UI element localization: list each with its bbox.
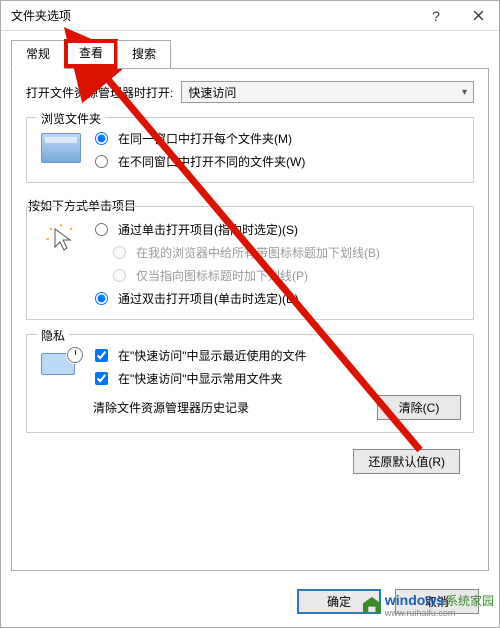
folder-window-icon [39,130,83,166]
watermark-suffix: 系统家园 [446,592,494,609]
cursor-click-icon [39,221,83,257]
tab-search-label: 搜索 [132,47,156,61]
titlebar: 文件夹选项 ? [1,1,499,31]
radio-double-click-input[interactable] [95,292,108,305]
checkbox-recent-files-input[interactable] [95,349,108,362]
help-button[interactable]: ? [415,1,457,30]
radio-new-window-label: 在不同窗口中打开不同的文件夹(W) [118,153,305,170]
client-area: 常规 查看 搜索 打开文件资源管理器时打开: 快速访问 ▾ 浏览文件夹 [1,31,499,575]
watermark-logo-icon [363,597,381,613]
tab-view[interactable]: 查看 [64,39,118,68]
ok-button-label: 确定 [327,593,351,610]
radio-single-click-input[interactable] [95,223,108,236]
radio-double-click[interactable]: 通过双击打开项目(单击时选定)(D) [95,290,461,307]
restore-defaults-label: 还原默认值(R) [368,453,445,470]
click-items-wrapper: 按如下方式单击项目 [26,197,474,320]
browse-folders-legend: 浏览文件夹 [37,110,105,127]
tab-general[interactable]: 常规 [11,40,65,69]
radio-new-window-input[interactable] [95,155,108,168]
dialog-title: 文件夹选项 [11,7,71,24]
radio-single-click-label: 通过单击打开项目(指向时选定)(S) [118,221,298,238]
open-target-row: 打开文件资源管理器时打开: 快速访问 ▾ [26,81,474,103]
folder-options-dialog: 文件夹选项 ? 常规 查看 搜索 打开文件资源管理器时打开: 快速访问 ▾ 浏览… [0,0,500,628]
radio-double-click-label: 通过双击打开项目(单击时选定)(D) [118,290,299,307]
tab-search[interactable]: 搜索 [117,40,171,69]
chevron-down-icon: ▾ [462,87,467,98]
tab-view-label: 查看 [79,46,103,60]
watermark-url: www.ruihaifu.com [385,609,494,618]
clear-button[interactable]: 清除(C) [377,395,461,420]
radio-underline-all-input [113,246,126,259]
tab-strip: 常规 查看 搜索 [11,39,489,68]
clear-history-label: 清除文件资源管理器历史记录 [93,399,249,416]
radio-single-click[interactable]: 通过单击打开项目(指向时选定)(S) [95,221,461,238]
radio-underline-all-label: 在我的浏览器中给所有带图标标题加下划线(B) [136,244,380,261]
radio-underline-all: 在我的浏览器中给所有带图标标题加下划线(B) [95,244,461,261]
open-target-value: 快速访问 [188,84,236,101]
checkbox-recent-files[interactable]: 在"快速访问"中显示最近使用的文件 [95,347,461,364]
checkbox-frequent-folders[interactable]: 在"快速访问"中显示常用文件夹 [95,370,461,387]
open-target-label: 打开文件资源管理器时打开: [26,84,173,101]
radio-same-window-label: 在同一窗口中打开每个文件夹(M) [118,130,292,147]
browse-folders-group: 浏览文件夹 在同一窗口中打开每个文件夹(M) 在不同窗口中打开不同的文件夹(W) [26,117,474,183]
radio-underline-hover: 仅当指向图标标题时加下划线(P) [95,267,461,284]
open-target-combo[interactable]: 快速访问 ▾ [181,81,474,103]
privacy-icon [39,347,83,383]
tab-general-label: 常规 [26,47,50,61]
radio-same-window[interactable]: 在同一窗口中打开每个文件夹(M) [95,130,461,147]
radio-new-window[interactable]: 在不同窗口中打开不同的文件夹(W) [95,153,461,170]
watermark: windows 系统家园 www.ruihaifu.com [363,592,494,618]
tab-page-general: 打开文件资源管理器时打开: 快速访问 ▾ 浏览文件夹 在同一窗口中打开每个文件夹… [11,68,489,571]
watermark-brand: windows [385,592,444,608]
checkbox-frequent-folders-input[interactable] [95,372,108,385]
restore-defaults-button[interactable]: 还原默认值(R) [353,449,460,474]
close-icon [473,10,484,21]
radio-same-window-input[interactable] [95,132,108,145]
checkbox-recent-files-label: 在"快速访问"中显示最近使用的文件 [118,347,307,364]
checkbox-frequent-folders-label: 在"快速访问"中显示常用文件夹 [118,370,283,387]
radio-underline-hover-label: 仅当指向图标标题时加下划线(P) [136,267,308,284]
radio-underline-hover-input [113,269,126,282]
titlebar-buttons: ? [415,1,499,30]
click-items-group: 通过单击打开项目(指向时选定)(S) 在我的浏览器中给所有带图标标题加下划线(B… [26,206,474,320]
close-button[interactable] [457,1,499,30]
clear-button-label: 清除(C) [399,399,440,416]
privacy-legend: 隐私 [37,327,69,344]
privacy-group: 隐私 在"快速访问"中显示最近使用的文件 在"快速访问"中显示常用文件夹 [26,334,474,433]
